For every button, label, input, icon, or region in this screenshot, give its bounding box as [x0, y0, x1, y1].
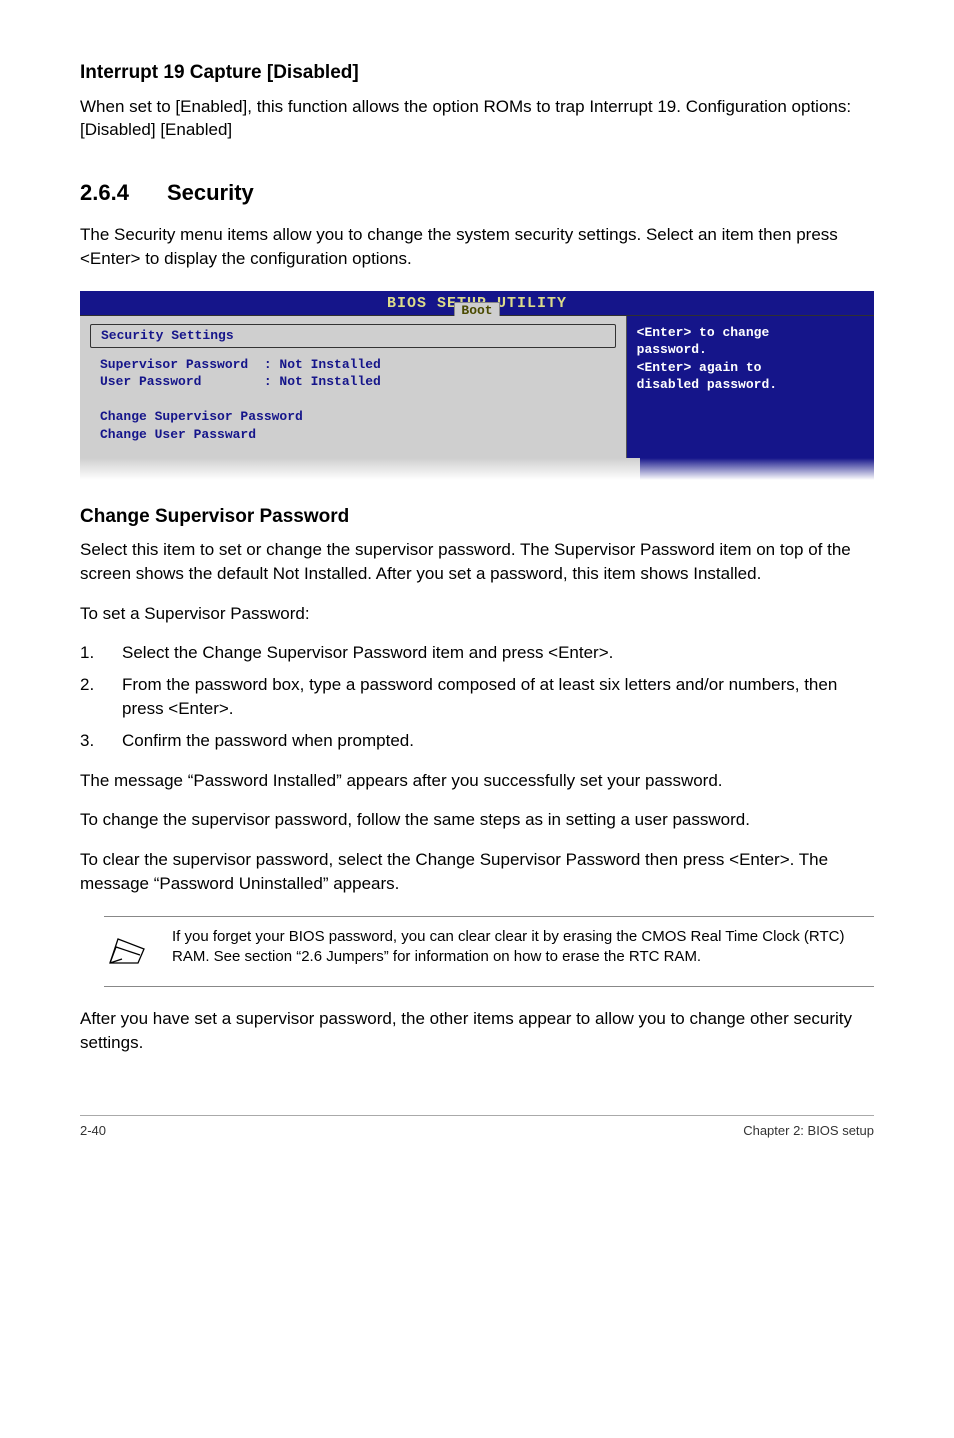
list-number: 2. [80, 673, 122, 721]
text-security-intro: The Security menu items allow you to cha… [80, 223, 874, 271]
heading-title: Security [167, 180, 254, 205]
heading-number: 2.6.4 [80, 178, 129, 209]
footer-chapter: Chapter 2: BIOS setup [743, 1122, 874, 1140]
text-interrupt19-body: When set to [Enabled], this function all… [80, 95, 874, 143]
page-footer: 2-40 Chapter 2: BIOS setup [80, 1115, 874, 1140]
heading-security: 2.6.4 Security [80, 178, 874, 209]
bios-spacer [80, 391, 626, 409]
bios-row-change-supervisor: Change Supervisor Password [80, 408, 626, 426]
text-to-clear: To clear the supervisor password, select… [80, 848, 874, 896]
note-text: If you forget your BIOS password, you ca… [172, 927, 874, 968]
footer-page-number: 2-40 [80, 1122, 106, 1140]
text-after-set: After you have set a supervisor password… [80, 1007, 874, 1055]
list-text: Select the Change Supervisor Password it… [122, 641, 613, 665]
bios-row-supervisor: Supervisor Password : Not Installed [80, 356, 626, 374]
text-to-change: To change the supervisor password, follo… [80, 808, 874, 832]
list-number: 3. [80, 729, 122, 753]
text-to-set: To set a Supervisor Password: [80, 602, 874, 626]
pencil-icon [104, 933, 152, 976]
bios-section-title: Security Settings [90, 324, 616, 348]
bios-left-panel: Security Settings Supervisor Password : … [80, 316, 627, 458]
bios-help-line1: <Enter> to change [637, 324, 864, 342]
text-msg-installed: The message “Password Installed” appears… [80, 769, 874, 793]
note-block: If you forget your BIOS password, you ca… [104, 916, 874, 987]
list-item: 1. Select the Change Supervisor Password… [80, 641, 874, 665]
bios-fade [80, 458, 874, 480]
bios-screenshot: BIOS SETUP UTILITY Boot Security Setting… [80, 291, 874, 480]
bios-row-change-user: Change User Passward [80, 426, 626, 444]
bios-right-panel: <Enter> to change password. <Enter> agai… [627, 316, 874, 458]
bios-tab-boot: Boot [454, 302, 499, 316]
bios-row-user: User Password : Not Installed [80, 373, 626, 391]
bios-help-line4: disabled password. [637, 376, 864, 394]
ordered-list: 1. Select the Change Supervisor Password… [80, 641, 874, 752]
heading-interrupt19: Interrupt 19 Capture [Disabled] [80, 60, 874, 87]
list-item: 3. Confirm the password when prompted. [80, 729, 874, 753]
heading-change-supervisor: Change Supervisor Password [80, 504, 874, 531]
bios-header: BIOS SETUP UTILITY Boot [80, 291, 874, 315]
bios-help-line3: <Enter> again to [637, 359, 864, 377]
text-change-sup-p1: Select this item to set or change the su… [80, 538, 874, 586]
bios-body: Security Settings Supervisor Password : … [80, 315, 874, 458]
list-text: From the password box, type a password c… [122, 673, 874, 721]
list-item: 2. From the password box, type a passwor… [80, 673, 874, 721]
bios-help-line2: password. [637, 341, 864, 359]
list-number: 1. [80, 641, 122, 665]
list-text: Confirm the password when prompted. [122, 729, 414, 753]
